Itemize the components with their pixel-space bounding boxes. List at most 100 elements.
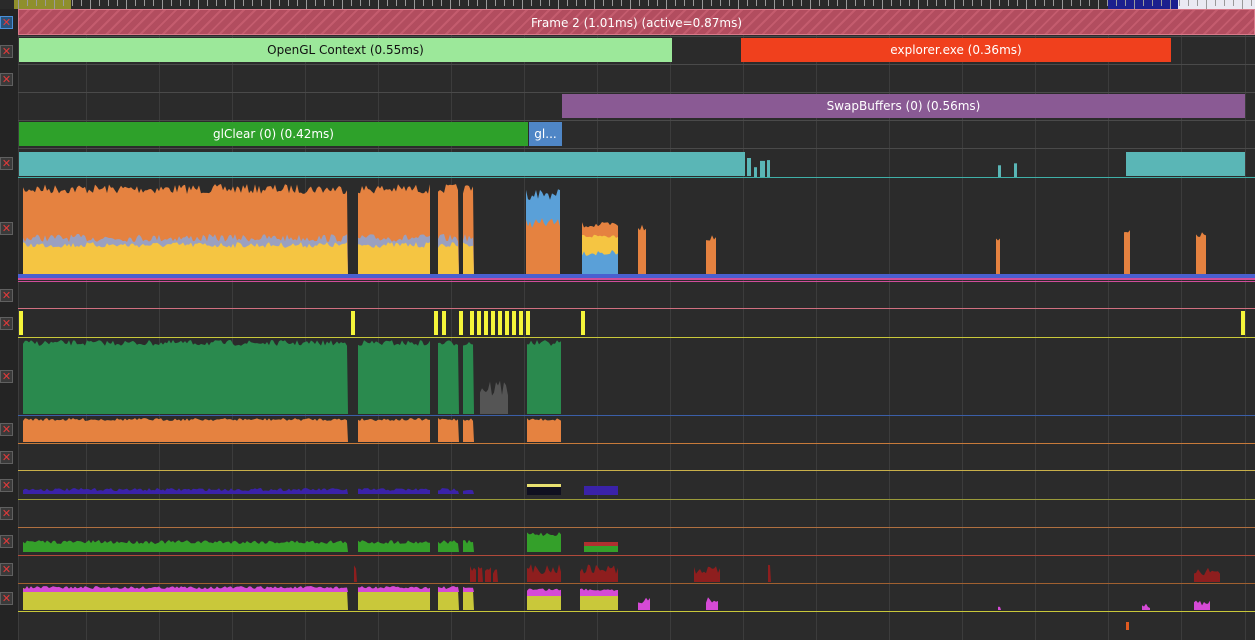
orange-series-spike [1124, 230, 1130, 278]
close-icon[interactable]: ✕ [0, 423, 13, 436]
ruler-tick [711, 0, 712, 6]
ruler-tick [306, 0, 307, 9]
ruler-tick [225, 0, 226, 6]
teal-activity-spike [760, 160, 765, 178]
ruler-tick [1053, 0, 1054, 6]
purple-counter-track[interactable] [18, 472, 1255, 500]
ruler-tick [261, 0, 262, 6]
orange-counter-track[interactable] [18, 416, 1255, 444]
ruler-tick [846, 0, 847, 9]
orange-series-spike [1196, 232, 1206, 278]
yellow-marker [512, 311, 516, 335]
ruler-tick [873, 0, 874, 6]
profiler-timeline: ✕ ✕ ✕ ✕ ✕ ✕ ✕ ✕ ✕ ✕ ✕ ✕ ✕ ✕ ✕ Frame 2 (1… [0, 0, 1255, 640]
ruler-tick [369, 0, 370, 6]
ruler-tick [270, 0, 271, 9]
close-icon[interactable]: ✕ [0, 222, 13, 235]
ruler-tick [144, 0, 145, 6]
ruler-tick [27, 0, 28, 6]
track-separator [18, 148, 1255, 149]
frame-span[interactable]: Frame 2 (1.01ms) (active=0.87ms) [18, 9, 1255, 35]
yellow-marker [459, 311, 463, 335]
yellow-marker [351, 311, 355, 335]
close-icon[interactable]: ✕ [0, 563, 13, 576]
close-icon[interactable]: ✕ [0, 289, 13, 302]
yellow-series-area [23, 242, 474, 278]
ruler-tick [189, 0, 190, 6]
close-icon[interactable]: ✕ [0, 370, 13, 383]
ruler-tick [1062, 0, 1063, 9]
ruler-tick [333, 0, 334, 6]
green-series-area [23, 340, 474, 414]
ruler-selection-light [1178, 0, 1255, 9]
ruler-tick [342, 0, 343, 9]
short-gl-call-span[interactable]: gl... [529, 122, 562, 146]
ruler-tick [486, 0, 487, 9]
ruler-tick [855, 0, 856, 6]
yellow-marker [581, 311, 585, 335]
lime-counter-track[interactable] [18, 584, 1255, 612]
ruler-tick [909, 0, 910, 6]
close-icon[interactable]: ✕ [0, 507, 13, 520]
close-icon[interactable]: ✕ [0, 592, 13, 605]
maroon-series-spike [478, 566, 483, 582]
close-icon[interactable]: ✕ [0, 45, 13, 58]
gray-series-area [480, 380, 508, 414]
ruler-tick [72, 0, 73, 6]
time-ruler[interactable] [0, 0, 1255, 9]
teal-activity-track[interactable] [18, 150, 1255, 178]
ruler-tick [81, 0, 82, 6]
ruler-tick [756, 0, 757, 6]
stacked-counter-track[interactable] [18, 178, 1255, 282]
close-icon[interactable]: ✕ [0, 157, 13, 170]
teal-activity-spike [1014, 163, 1017, 178]
ruler-tick [990, 0, 991, 9]
maroon-series-spike [768, 564, 771, 582]
magenta-series-spike [638, 597, 650, 610]
track-separator [18, 281, 1255, 282]
close-icon[interactable]: ✕ [0, 451, 13, 464]
ruler-tick [1116, 0, 1117, 6]
magenta-series-area [527, 588, 618, 596]
explorer-process-span[interactable]: explorer.exe (0.36ms) [741, 38, 1171, 62]
ruler-tick [603, 0, 604, 6]
ruler-tick [1026, 0, 1027, 9]
ruler-tick [1098, 0, 1099, 9]
teal-activity-spike [747, 158, 751, 177]
glclear-span[interactable]: glClear (0) (0.42ms) [19, 122, 528, 146]
ruler-tick [18, 0, 19, 9]
maroon-counter-track[interactable] [18, 556, 1255, 584]
magenta-series-spike [706, 597, 718, 610]
opengl-context-span[interactable]: OpenGL Context (0.55ms) [19, 38, 672, 62]
close-icon[interactable]: ✕ [0, 535, 13, 548]
maroon-series-spike [485, 567, 491, 582]
close-icon[interactable]: ✕ [0, 16, 13, 29]
bright-green-counter-track[interactable] [18, 528, 1255, 556]
yellow-marker-track[interactable] [18, 308, 1255, 338]
ruler-tick [1251, 0, 1252, 6]
close-icon[interactable]: ✕ [0, 317, 13, 330]
ruler-tick [801, 0, 802, 6]
ruler-tick [423, 0, 424, 6]
ruler-tick [1107, 0, 1108, 6]
yellow-marker [484, 311, 488, 335]
ruler-tick [459, 0, 460, 6]
ruler-tick [900, 0, 901, 6]
track-separator [18, 470, 1255, 471]
maroon-series-spike [493, 569, 498, 582]
track-separator [18, 92, 1255, 93]
ruler-tick [1044, 0, 1045, 6]
ruler-tick [981, 0, 982, 6]
green-counter-track[interactable] [18, 338, 1255, 416]
ruler-tick [1233, 0, 1234, 6]
swapbuffers-span[interactable]: SwapBuffers (0) (0.56ms) [562, 94, 1245, 118]
yellow-marker [491, 311, 495, 335]
ruler-tick [1197, 0, 1198, 6]
ruler-tick [1134, 0, 1135, 9]
close-icon[interactable]: ✕ [0, 479, 13, 492]
ruler-tick [630, 0, 631, 9]
close-icon[interactable]: ✕ [0, 73, 13, 86]
ruler-tick [360, 0, 361, 6]
ruler-tick [540, 0, 541, 6]
ruler-tick [468, 0, 469, 6]
